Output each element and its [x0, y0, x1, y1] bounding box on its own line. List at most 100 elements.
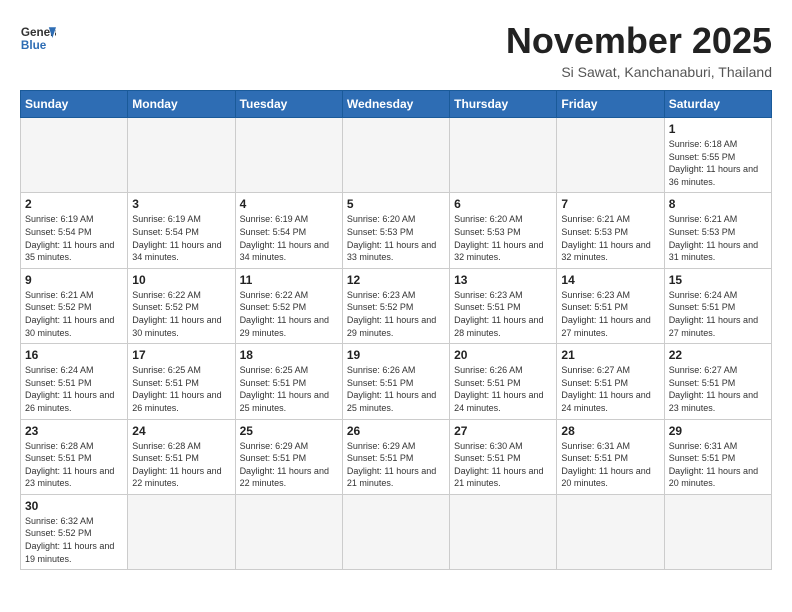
location-title: Si Sawat, Kanchanaburi, Thailand [506, 64, 772, 80]
day-info: Sunrise: 6:22 AMSunset: 5:52 PMDaylight:… [240, 289, 338, 339]
day-info: Sunrise: 6:27 AMSunset: 5:51 PMDaylight:… [669, 364, 767, 414]
calendar-cell: 30 Sunrise: 6:32 AMSunset: 5:52 PMDayligh… [21, 494, 128, 569]
day-info: Sunrise: 6:29 AMSunset: 5:51 PMDaylight:… [347, 440, 445, 490]
day-number: 27 [454, 424, 552, 438]
day-info: Sunrise: 6:23 AMSunset: 5:52 PMDaylight:… [347, 289, 445, 339]
calendar-cell: 26 Sunrise: 6:29 AMSunset: 5:51 PMDayligh… [342, 419, 449, 494]
day-number: 4 [240, 197, 338, 211]
calendar-cell: 2 Sunrise: 6:19 AMSunset: 5:54 PMDaylight… [21, 193, 128, 268]
day-info: Sunrise: 6:28 AMSunset: 5:51 PMDaylight:… [25, 440, 123, 490]
weekday-header-wednesday: Wednesday [342, 91, 449, 118]
day-number: 30 [25, 499, 123, 513]
title-section: November 2025 Si Sawat, Kanchanaburi, Th… [506, 20, 772, 80]
logo: General Blue [20, 20, 56, 56]
day-info: Sunrise: 6:21 AMSunset: 5:53 PMDaylight:… [561, 213, 659, 263]
calendar-cell: 6Sunrise: 6:20 AMSunset: 5:53 PMDaylight… [450, 193, 557, 268]
day-info: Sunrise: 6:21 AMSunset: 5:52 PMDaylight:… [25, 289, 123, 339]
weekday-header-saturday: Saturday [664, 91, 771, 118]
calendar-cell: 29Sunrise: 6:31 AMSunset: 5:51 PMDayligh… [664, 419, 771, 494]
day-number: 24 [132, 424, 230, 438]
calendar-cell: 27Sunrise: 6:30 AMSunset: 5:51 PMDayligh… [450, 419, 557, 494]
day-number: 5 [347, 197, 445, 211]
day-info: Sunrise: 6:19 AMSunset: 5:54 PMDaylight:… [240, 213, 338, 263]
day-number: 23 [25, 424, 123, 438]
day-number: 11 [240, 273, 338, 287]
svg-text:Blue: Blue [21, 39, 47, 52]
calendar-cell [128, 118, 235, 193]
calendar-cell [450, 494, 557, 569]
day-info: Sunrise: 6:23 AMSunset: 5:51 PMDaylight:… [454, 289, 552, 339]
calendar-cell: 1Sunrise: 6:18 AMSunset: 5:55 PMDaylight… [664, 118, 771, 193]
day-number: 8 [669, 197, 767, 211]
day-number: 10 [132, 273, 230, 287]
calendar-cell [342, 494, 449, 569]
day-number: 25 [240, 424, 338, 438]
calendar-cell [664, 494, 771, 569]
calendar-cell: 15 Sunrise: 6:24 AMSunset: 5:51 PMDayligh… [664, 268, 771, 343]
calendar-cell: 28 Sunrise: 6:31 AMSunset: 5:51 PMDayligh… [557, 419, 664, 494]
calendar-cell: 5Sunrise: 6:20 AMSunset: 5:53 PMDaylight… [342, 193, 449, 268]
calendar-cell [342, 118, 449, 193]
day-number: 26 [347, 424, 445, 438]
day-number: 21 [561, 348, 659, 362]
day-number: 7 [561, 197, 659, 211]
calendar-cell: 19Sunrise: 6:26 AMSunset: 5:51 PMDayligh… [342, 344, 449, 419]
day-info: Sunrise: 6:25 AMSunset: 5:51 PMDaylight:… [240, 364, 338, 414]
day-info: Sunrise: 6:22 AMSunset: 5:52 PMDaylight:… [132, 289, 230, 339]
calendar-cell [128, 494, 235, 569]
day-number: 15 [669, 273, 767, 287]
day-number: 20 [454, 348, 552, 362]
day-info: Sunrise: 6:24 AMSunset: 5:51 PMDaylight:… [25, 364, 123, 414]
day-number: 22 [669, 348, 767, 362]
day-info: Sunrise: 6:19 AMSunset: 5:54 PMDaylight:… [25, 213, 123, 263]
calendar-cell [557, 494, 664, 569]
calendar-table: SundayMondayTuesdayWednesdayThursdayFrid… [20, 90, 772, 570]
calendar-cell [557, 118, 664, 193]
day-info: Sunrise: 6:31 AMSunset: 5:51 PMDaylight:… [561, 440, 659, 490]
day-info: Sunrise: 6:29 AMSunset: 5:51 PMDaylight:… [240, 440, 338, 490]
day-info: Sunrise: 6:31 AMSunset: 5:51 PMDaylight:… [669, 440, 767, 490]
month-title: November 2025 [506, 20, 772, 62]
day-info: Sunrise: 6:32 AMSunset: 5:52 PMDaylight:… [25, 515, 123, 565]
day-number: 16 [25, 348, 123, 362]
calendar-cell: 3Sunrise: 6:19 AMSunset: 5:54 PMDaylight… [128, 193, 235, 268]
weekday-header-friday: Friday [557, 91, 664, 118]
calendar-cell: 11 Sunrise: 6:22 AMSunset: 5:52 PMDayligh… [235, 268, 342, 343]
day-number: 12 [347, 273, 445, 287]
calendar-cell [21, 118, 128, 193]
day-number: 18 [240, 348, 338, 362]
day-info: Sunrise: 6:21 AMSunset: 5:53 PMDaylight:… [669, 213, 767, 263]
calendar-cell: 22 Sunrise: 6:27 AMSunset: 5:51 PMDayligh… [664, 344, 771, 419]
day-info: Sunrise: 6:26 AMSunset: 5:51 PMDaylight:… [454, 364, 552, 414]
calendar-cell: 4 Sunrise: 6:19 AMSunset: 5:54 PMDaylight… [235, 193, 342, 268]
day-number: 14 [561, 273, 659, 287]
weekday-header-tuesday: Tuesday [235, 91, 342, 118]
calendar-cell [235, 494, 342, 569]
weekday-header-sunday: Sunday [21, 91, 128, 118]
calendar-cell: 16 Sunrise: 6:24 AMSunset: 5:51 PMDayligh… [21, 344, 128, 419]
logo-icon: General Blue [20, 20, 56, 56]
calendar-cell [235, 118, 342, 193]
calendar-cell: 9 Sunrise: 6:21 AMSunset: 5:52 PMDaylight… [21, 268, 128, 343]
calendar-cell: 8 Sunrise: 6:21 AMSunset: 5:53 PMDaylight… [664, 193, 771, 268]
calendar-cell: 21Sunrise: 6:27 AMSunset: 5:51 PMDayligh… [557, 344, 664, 419]
calendar-cell: 24 Sunrise: 6:28 AMSunset: 5:51 PMDayligh… [128, 419, 235, 494]
day-number: 1 [669, 122, 767, 136]
day-number: 28 [561, 424, 659, 438]
weekday-header-thursday: Thursday [450, 91, 557, 118]
day-info: Sunrise: 6:24 AMSunset: 5:51 PMDaylight:… [669, 289, 767, 339]
calendar-cell: 23 Sunrise: 6:28 AMSunset: 5:51 PMDayligh… [21, 419, 128, 494]
day-info: Sunrise: 6:28 AMSunset: 5:51 PMDaylight:… [132, 440, 230, 490]
day-info: Sunrise: 6:23 AMSunset: 5:51 PMDaylight:… [561, 289, 659, 339]
calendar-cell: 14 Sunrise: 6:23 AMSunset: 5:51 PMDayligh… [557, 268, 664, 343]
day-number: 19 [347, 348, 445, 362]
day-number: 2 [25, 197, 123, 211]
day-number: 13 [454, 273, 552, 287]
day-number: 17 [132, 348, 230, 362]
calendar-cell: 10 Sunrise: 6:22 AMSunset: 5:52 PMDayligh… [128, 268, 235, 343]
calendar-cell: 13 Sunrise: 6:23 AMSunset: 5:51 PMDayligh… [450, 268, 557, 343]
day-info: Sunrise: 6:19 AMSunset: 5:54 PMDaylight:… [132, 213, 230, 263]
calendar-cell: 7 Sunrise: 6:21 AMSunset: 5:53 PMDaylight… [557, 193, 664, 268]
day-number: 9 [25, 273, 123, 287]
calendar-cell [450, 118, 557, 193]
